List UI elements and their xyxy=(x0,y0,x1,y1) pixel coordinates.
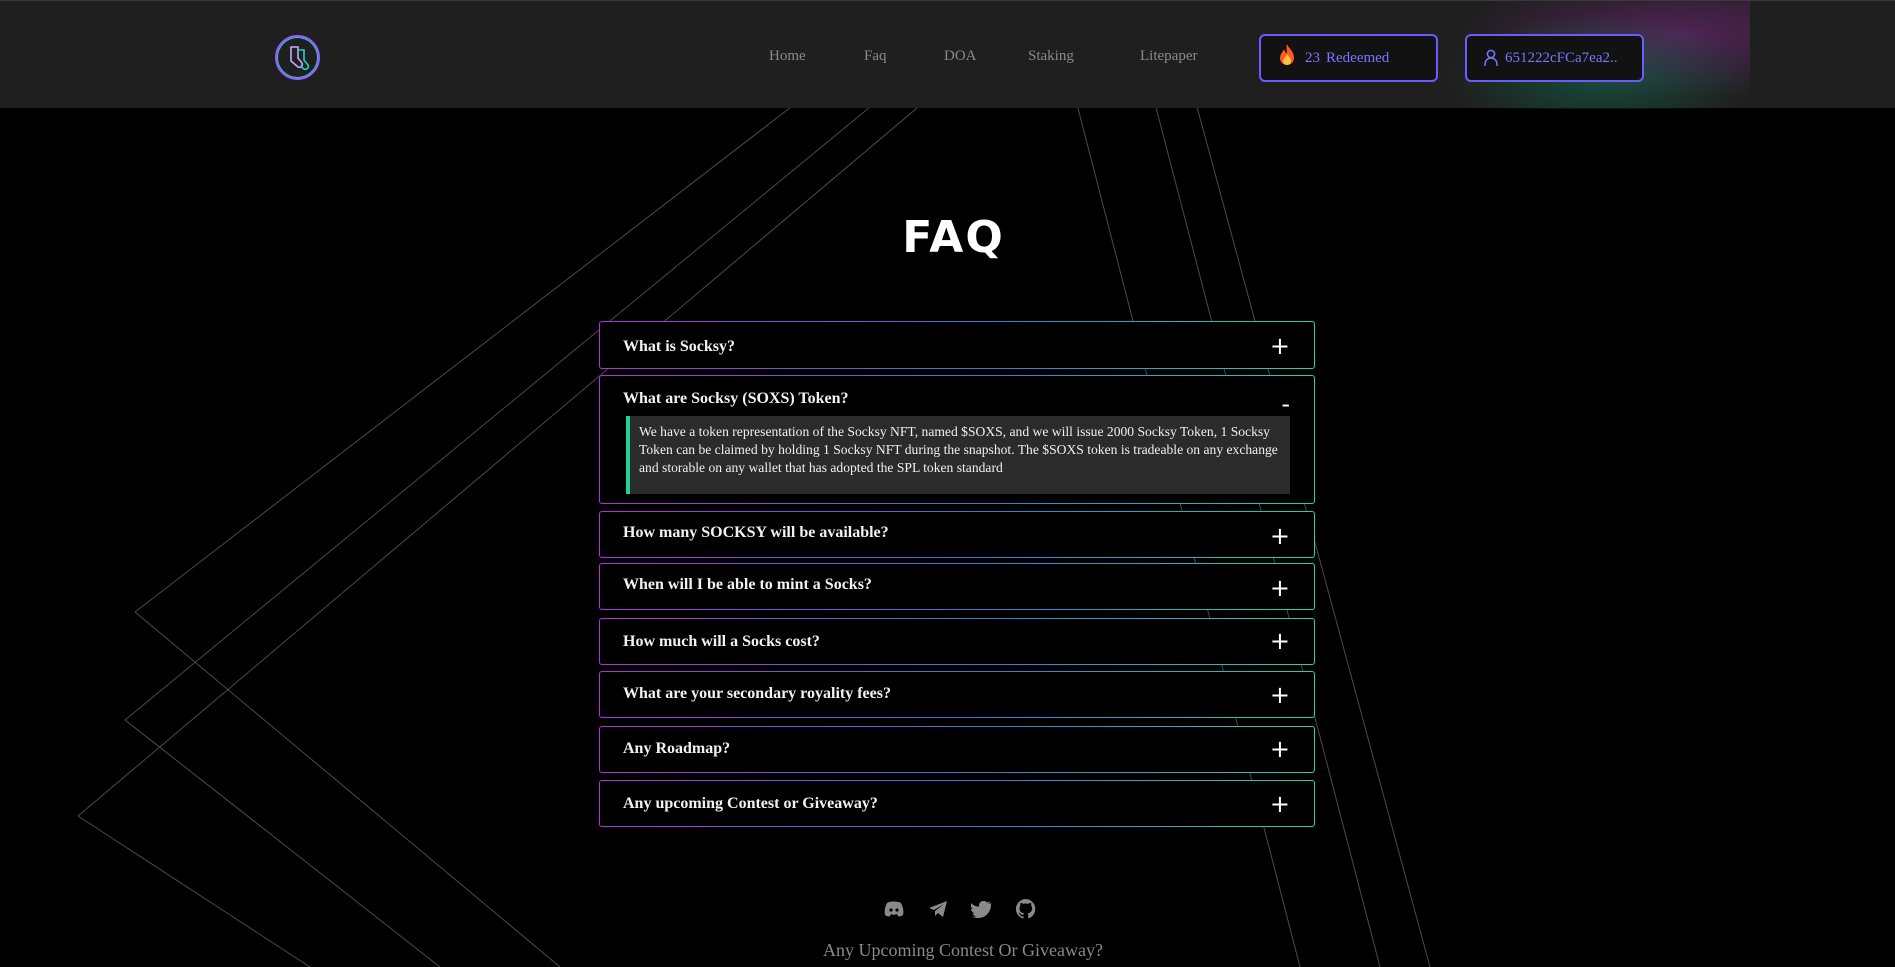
flame-icon xyxy=(1277,43,1297,73)
page: Home Faq DOA Staking Litepaper 23 Redeem… xyxy=(0,0,1895,967)
faq-question: When will I be able to mint a Socks? xyxy=(623,576,872,593)
plus-icon[interactable]: + xyxy=(1270,683,1290,707)
faq-item-when-mint[interactable]: When will I be able to mint a Socks? + xyxy=(599,563,1315,610)
plus-icon[interactable]: + xyxy=(1270,576,1290,600)
faq-question: How many SOCKSY will be available? xyxy=(623,524,889,541)
wallet-address: 651222cFCa7ea2.. xyxy=(1505,49,1618,66)
nav-staking[interactable]: Staking xyxy=(1028,48,1074,65)
faq-question: What is Socksy? xyxy=(623,338,736,355)
nav-litepaper[interactable]: Litepaper xyxy=(1140,48,1197,65)
redeemed-label: Redeemed xyxy=(1326,49,1390,66)
faq-item-what-is-socksy[interactable]: What is Socksy? + xyxy=(599,321,1315,369)
faq-item-socksy-token[interactable]: What are Socksy (SOXS) Token? - We have … xyxy=(599,375,1315,504)
faq-question: What are Socksy (SOXS) Token? xyxy=(623,390,849,407)
wallet-button[interactable]: 651222cFCa7ea2.. xyxy=(1465,34,1644,82)
nav-home[interactable]: Home xyxy=(769,48,806,65)
socks-logo-icon[interactable] xyxy=(275,35,320,80)
user-icon xyxy=(1483,49,1499,67)
discord-icon[interactable] xyxy=(883,898,905,920)
faq-question: How much will a Socks cost? xyxy=(623,633,820,650)
faq-question: What are your secondary royality fees? xyxy=(623,685,891,702)
telegram-icon[interactable] xyxy=(927,898,949,920)
plus-icon[interactable]: + xyxy=(1270,629,1290,653)
top-navbar: Home Faq DOA Staking Litepaper 23 Redeem… xyxy=(0,0,1895,109)
faq-item-how-many-socksy[interactable]: How many SOCKSY will be available? + xyxy=(599,511,1315,558)
faq-item-socks-cost[interactable]: How much will a Socks cost? + xyxy=(599,618,1315,665)
plus-icon[interactable]: + xyxy=(1270,792,1290,816)
faq-question: Any upcoming Contest or Giveaway? xyxy=(623,795,878,812)
nav-doa[interactable]: DOA xyxy=(944,48,977,65)
plus-icon[interactable]: + xyxy=(1270,334,1290,358)
faq-answer: We have a token representation of the So… xyxy=(626,416,1290,494)
github-icon[interactable] xyxy=(1015,898,1037,920)
plus-icon[interactable]: + xyxy=(1270,737,1290,761)
minus-icon[interactable]: - xyxy=(1281,392,1290,416)
faq-item-royalty-fees[interactable]: What are your secondary royality fees? + xyxy=(599,671,1315,718)
plus-icon[interactable]: + xyxy=(1270,524,1290,548)
faq-question: Any Roadmap? xyxy=(623,740,731,757)
page-title: FAQ xyxy=(902,212,1005,263)
faq-item-contest-giveaway[interactable]: Any upcoming Contest or Giveaway? + xyxy=(599,780,1315,827)
twitter-icon[interactable] xyxy=(970,898,992,920)
nav-faq[interactable]: Faq xyxy=(864,48,887,65)
redeemed-button[interactable]: 23 Redeemed xyxy=(1259,34,1438,82)
redeemed-count: 23 xyxy=(1305,49,1320,66)
faq-item-roadmap[interactable]: Any Roadmap? + xyxy=(599,726,1315,773)
footer-caption: Any Upcoming Contest Or Giveaway? xyxy=(823,940,1103,960)
